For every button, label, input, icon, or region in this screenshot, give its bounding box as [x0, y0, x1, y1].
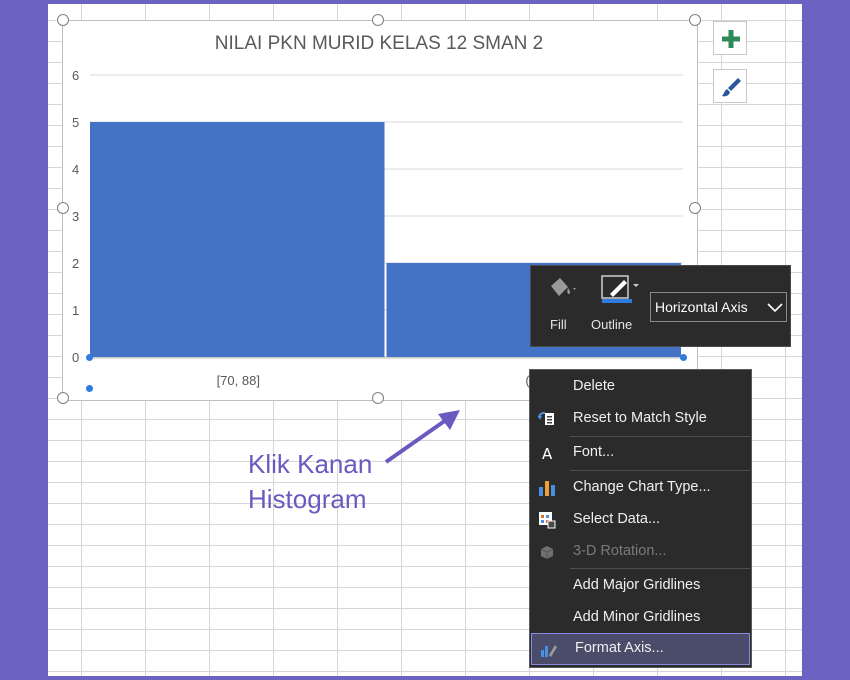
resize-handle-left[interactable]: [57, 202, 69, 214]
resize-handle-top-left[interactable]: [57, 14, 69, 26]
annotation-line-1: Klik Kanan: [248, 449, 373, 479]
paint-bucket-icon[interactable]: [545, 274, 579, 304]
plus-icon: [722, 30, 740, 48]
format-axis-icon: [541, 645, 557, 657]
brush-icon: [722, 78, 741, 97]
format-mini-toolbar: Fill Outline Horizontal Axis: [530, 265, 791, 347]
svg-text:A: A: [542, 445, 553, 462]
menu-item-3d-rotation[interactable]: 3-D Rotation...: [530, 537, 751, 567]
menu-item-reset-to-match-style[interactable]: Reset to Match Style: [530, 404, 751, 434]
menu-item-add-major-gridlines[interactable]: Add Major Gridlines: [530, 571, 751, 601]
menu-item-format-axis[interactable]: Format Axis...: [531, 633, 750, 665]
resize-handle-bottom-left[interactable]: [57, 392, 69, 404]
menu-item-font[interactable]: A Font...: [530, 438, 751, 468]
chart-element-select[interactable]: Horizontal Axis: [650, 292, 787, 322]
resize-handle-right[interactable]: [689, 202, 701, 214]
y-tick-label: 0: [72, 350, 79, 365]
pen-outline-icon[interactable]: [598, 272, 640, 306]
menu-item-add-minor-gridlines[interactable]: Add Minor Gridlines: [530, 603, 751, 633]
y-tick-label: 1: [72, 303, 79, 318]
context-menu: Delete Reset to Match Style A Font... Ch…: [529, 369, 752, 668]
menu-item-delete[interactable]: Delete: [530, 372, 751, 402]
y-tick-label: 5: [72, 115, 79, 130]
y-tick-label: 3: [72, 209, 79, 224]
font-a-icon: A: [542, 445, 553, 462]
axis-selection-handle[interactable]: [86, 354, 93, 361]
chart-type-icon: [539, 481, 555, 496]
menu-separator: [570, 568, 750, 569]
fill-label[interactable]: Fill: [550, 317, 567, 332]
chart-element-select-value: Horizontal Axis: [655, 299, 748, 315]
select-data-icon: [539, 512, 556, 529]
outline-label[interactable]: Outline: [591, 317, 632, 332]
menu-item-select-data[interactable]: Select Data...: [530, 505, 751, 535]
annotation-line-2: Histogram: [248, 484, 367, 514]
menu-item-change-chart-type[interactable]: Change Chart Type...: [530, 473, 751, 503]
y-tick-label: 4: [72, 162, 79, 177]
axis-selection-handle[interactable]: [680, 354, 687, 361]
y-tick-label: 6: [72, 68, 79, 83]
cube-icon: [540, 546, 554, 559]
chevron-down-icon: [765, 301, 785, 315]
chart-elements-button[interactable]: [713, 21, 747, 55]
histogram-bar[interactable]: [90, 122, 385, 357]
resize-handle-top[interactable]: [372, 14, 384, 26]
annotation-text: Klik Kanan Histogram: [248, 447, 372, 517]
chart-styles-button[interactable]: [713, 69, 747, 103]
reset-style-icon: [538, 411, 554, 425]
annotation-arrow-icon: [384, 410, 460, 464]
axis-selection-handle[interactable]: [86, 385, 93, 392]
menu-separator: [570, 436, 750, 437]
y-tick-label: 2: [72, 256, 79, 271]
menu-separator: [570, 470, 750, 471]
x-tick-label: [70, 88]: [217, 373, 260, 388]
resize-handle-top-right[interactable]: [689, 14, 701, 26]
